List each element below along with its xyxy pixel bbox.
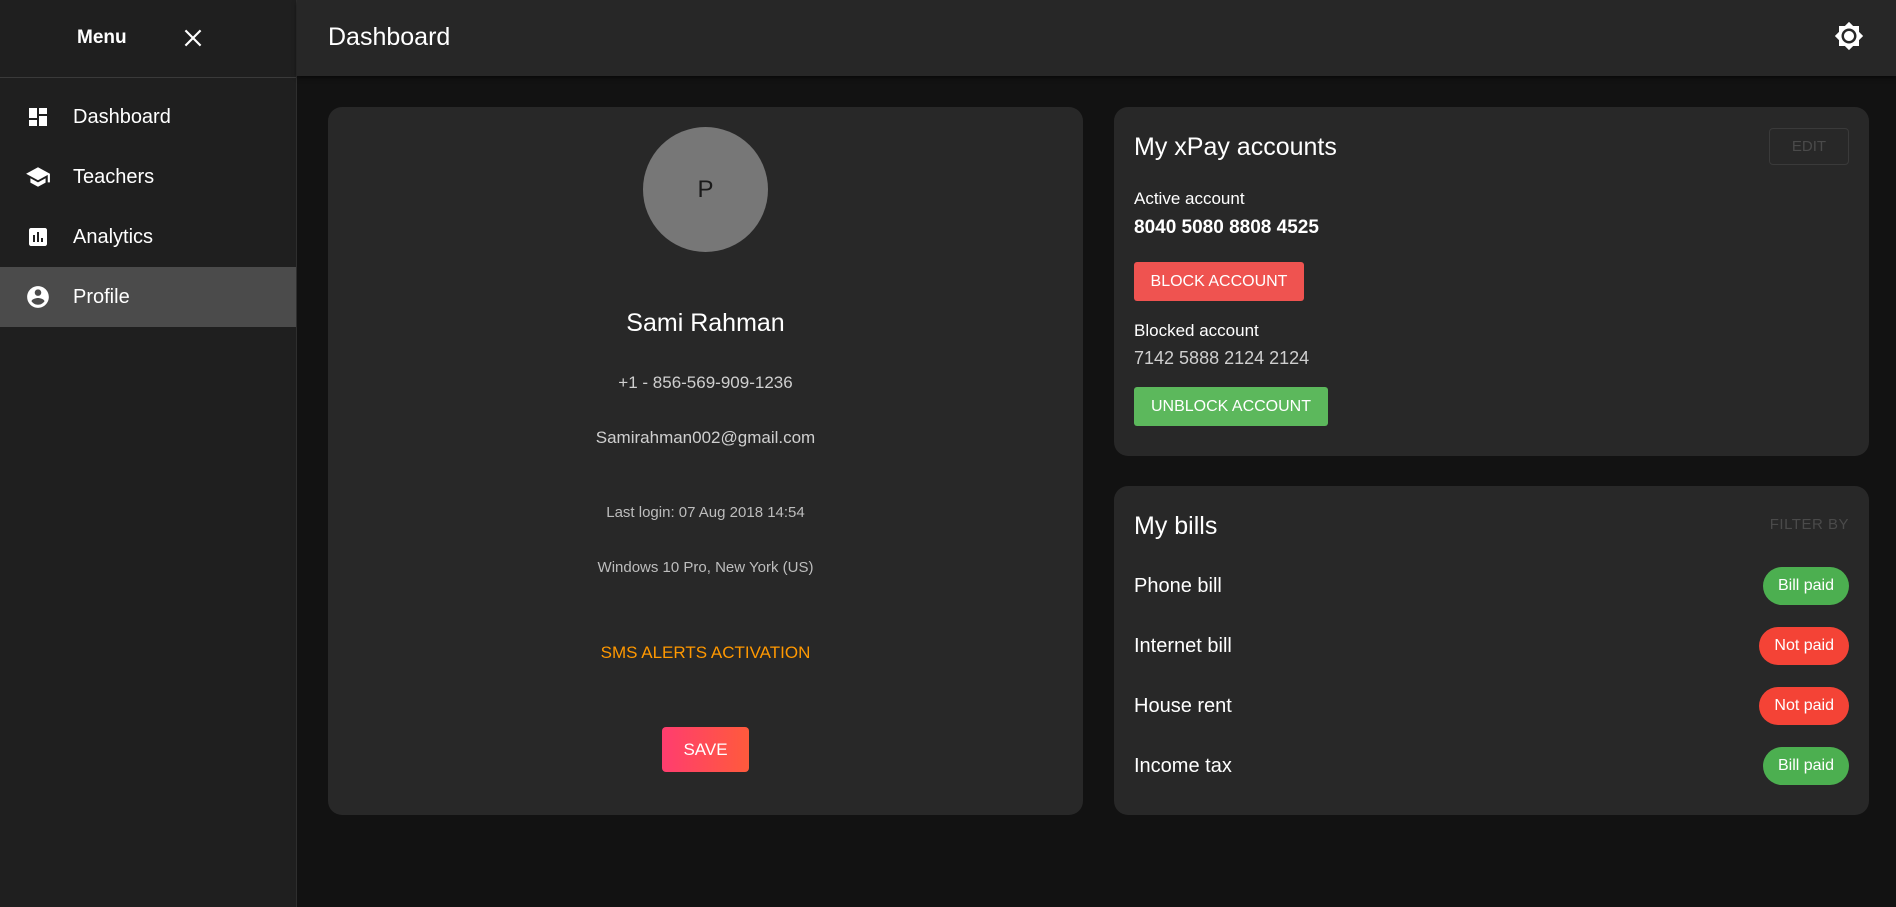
sidebar-item-analytics[interactable]: Analytics — [0, 207, 296, 267]
close-icon — [184, 29, 202, 47]
device-location-text: Windows 10 Pro, New York (US) — [597, 559, 814, 576]
sidebar-item-profile[interactable]: Profile — [0, 267, 296, 327]
bill-row: Income tax Bill paid — [1134, 746, 1849, 786]
bill-name: Phone bill — [1134, 574, 1222, 597]
sms-alerts-activation-link[interactable]: SMS ALERTS ACTIVATION — [328, 643, 1083, 663]
bill-status-badge: Not paid — [1759, 687, 1849, 725]
sidebar-header: Menu — [0, 0, 296, 78]
bills-card-title: My bills — [1134, 512, 1218, 540]
sidebar-item-label: Teachers — [73, 165, 155, 188]
blocked-account-label: Blocked account — [1134, 321, 1259, 340]
save-button[interactable]: SAVE — [662, 727, 749, 772]
block-account-button[interactable]: BLOCK ACCOUNT — [1134, 262, 1304, 301]
filter-by-button[interactable]: FILTER BY — [1770, 516, 1849, 533]
edit-button[interactable]: EDIT — [1769, 128, 1849, 165]
sidebar-item-teachers[interactable]: Teachers — [0, 147, 296, 207]
bill-status-badge: Bill paid — [1762, 747, 1849, 785]
active-account-label: Active account — [1134, 189, 1245, 208]
bill-row: Internet bill Not paid — [1134, 626, 1849, 666]
last-login-text: Last login: 07 Aug 2018 14:54 — [606, 504, 805, 521]
sidebar-item-label: Dashboard — [73, 105, 171, 128]
profile-phone: +1 - 856-569-909-1236 — [618, 373, 793, 392]
brightness-icon — [1834, 21, 1864, 51]
sidebar-nav: Dashboard Teachers Analytics Profile — [0, 87, 296, 327]
profile-name: Sami Rahman — [626, 309, 785, 337]
analytics-icon — [25, 224, 51, 250]
avatar: P — [643, 127, 768, 252]
bills-card: My bills FILTER BY Phone bill Bill paid … — [1114, 486, 1869, 815]
bill-row: Phone bill Bill paid — [1134, 566, 1849, 606]
bill-name: Internet bill — [1134, 634, 1232, 657]
account-circle-icon — [25, 284, 51, 310]
sidebar-item-dashboard[interactable]: Dashboard — [0, 87, 296, 147]
close-menu-button[interactable] — [180, 25, 206, 51]
blocked-account-number: 7142 5888 2124 2124 — [1134, 348, 1310, 368]
profile-email: Samirahman002@gmail.com — [595, 428, 816, 447]
bill-row: House rent Not paid — [1134, 686, 1849, 726]
school-icon — [25, 164, 51, 190]
unblock-account-button[interactable]: UNBLOCK ACCOUNT — [1134, 387, 1328, 426]
bill-name: House rent — [1134, 694, 1232, 717]
bill-name: Income tax — [1134, 754, 1232, 777]
bill-status-badge: Not paid — [1759, 627, 1849, 665]
xpay-accounts-card: My xPay accounts EDIT Active account 804… — [1114, 107, 1869, 456]
bill-status-badge: Bill paid — [1762, 567, 1849, 605]
profile-card: P Sami Rahman +1 - 856-569-909-1236 Sami… — [328, 107, 1083, 815]
xpay-card-title: My xPay accounts — [1134, 133, 1337, 161]
top-app-bar: Dashboard — [297, 0, 1896, 76]
page-title: Dashboard — [328, 23, 451, 51]
sidebar-item-label: Profile — [73, 285, 130, 308]
dashboard-icon — [25, 104, 51, 130]
active-account-number: 8040 5080 8808 4525 — [1134, 217, 1319, 238]
sidebar-item-label: Analytics — [73, 225, 154, 248]
theme-toggle-button[interactable] — [1834, 21, 1864, 51]
sidebar: Menu Dashboard Teachers Analytics Profil… — [0, 0, 297, 907]
menu-title: Menu — [77, 27, 127, 48]
